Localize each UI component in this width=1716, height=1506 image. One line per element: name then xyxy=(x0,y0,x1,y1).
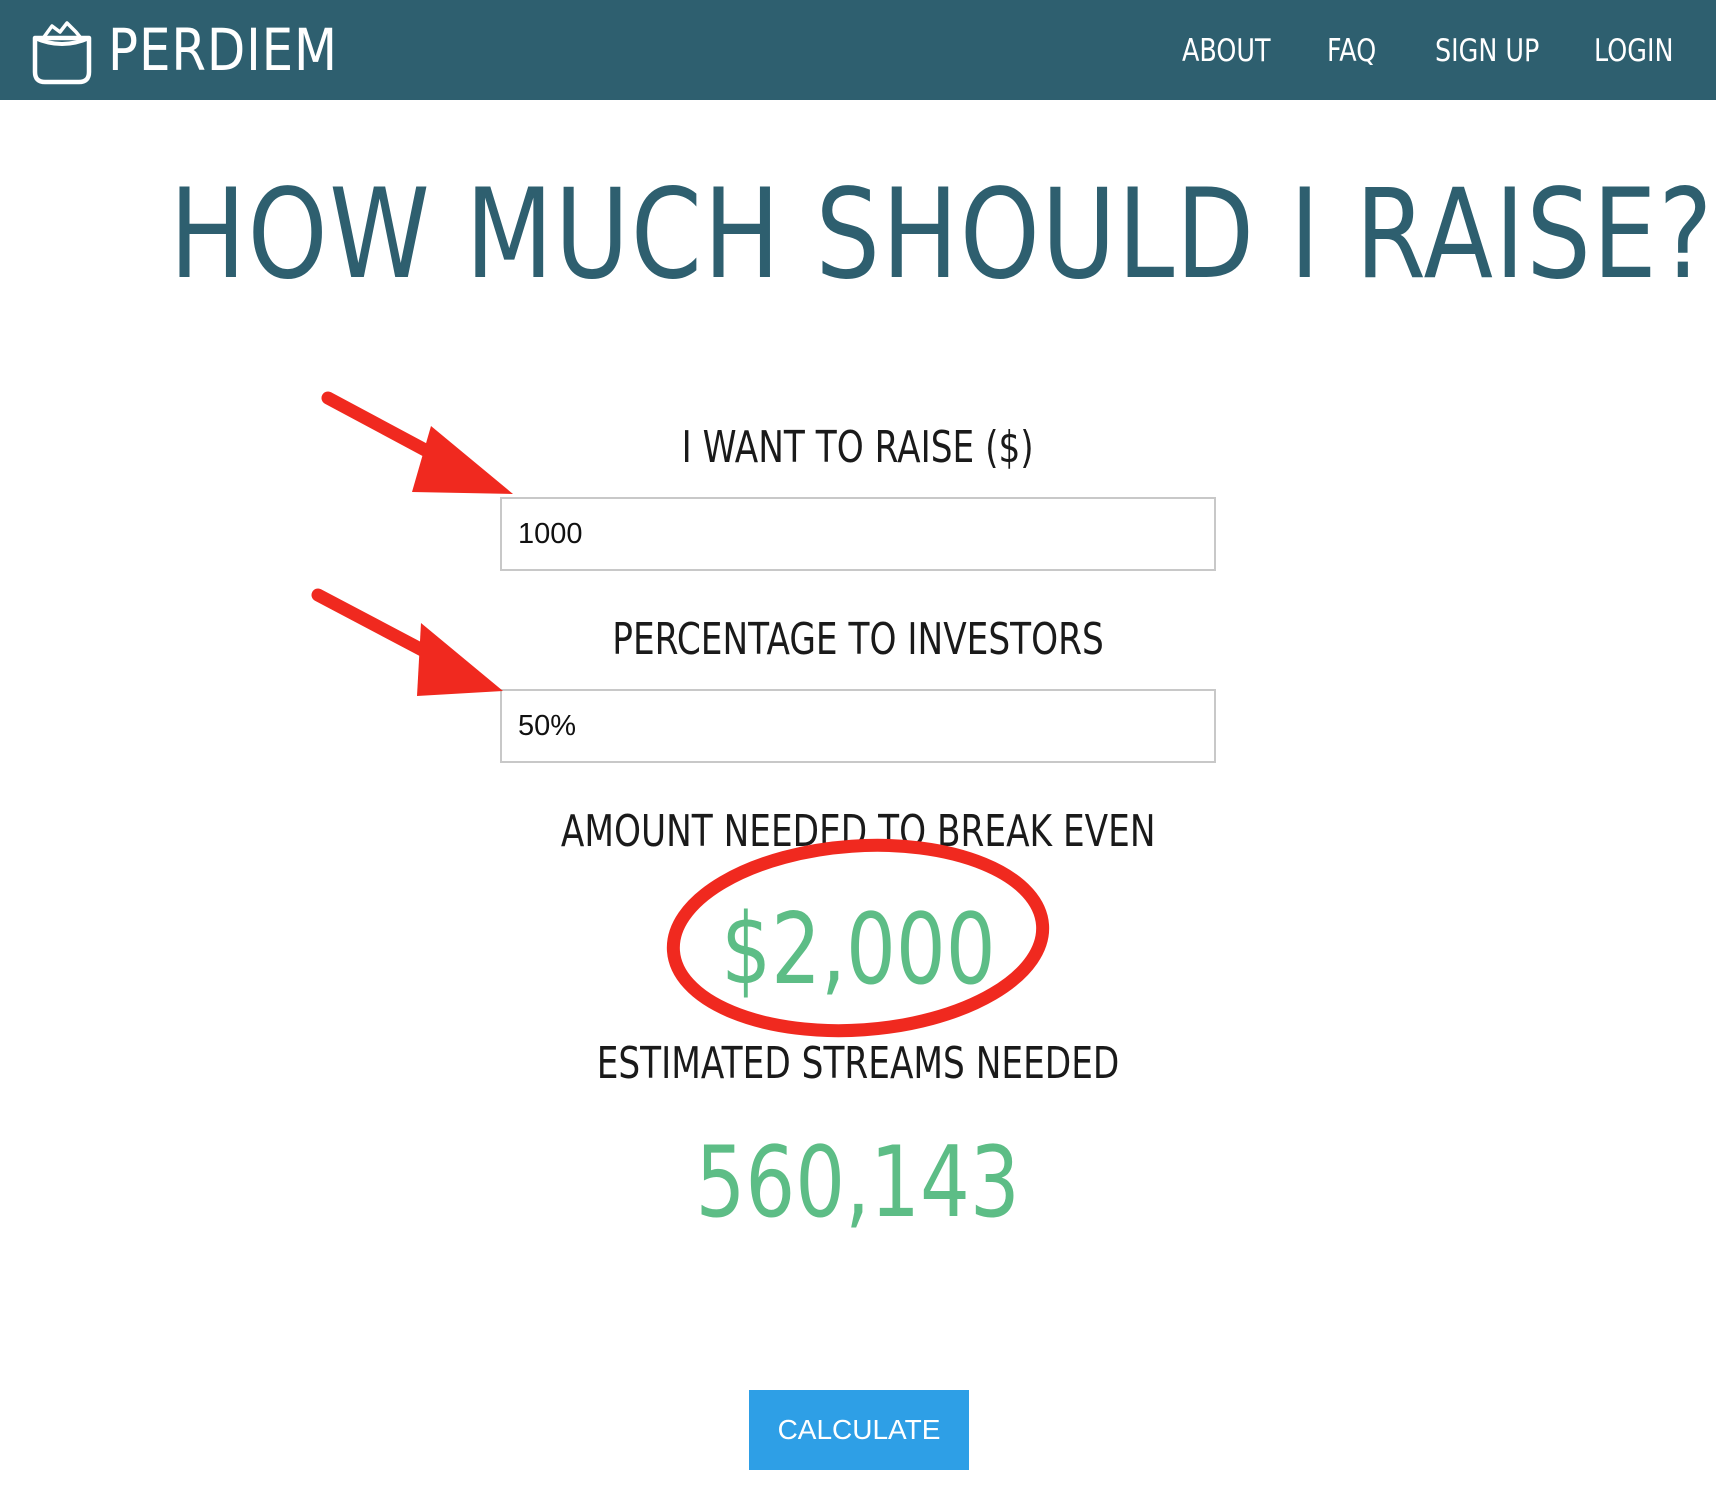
page: PERDIEM ABOUT FAQ SIGN UP LOGIN HOW MUCH… xyxy=(0,0,1716,1506)
streams-value: 560,143 xyxy=(0,1128,1716,1238)
nav-link-login[interactable]: LOGIN xyxy=(1594,26,1673,76)
streams-label-text: ESTIMATED STREAMS NEEDED xyxy=(596,1038,1120,1089)
pocket-logo-icon[interactable] xyxy=(30,16,94,88)
break-even-label-text: AMOUNT NEEDED TO BREAK EVEN xyxy=(560,806,1156,857)
raise-amount-label: I WANT TO RAISE ($) xyxy=(0,418,1716,478)
nav-link-about[interactable]: ABOUT xyxy=(1182,26,1271,76)
break-even-label: AMOUNT NEEDED TO BREAK EVEN xyxy=(0,802,1716,862)
page-title-text: HOW MUCH SHOULD I RAISE? xyxy=(169,163,1715,307)
break-even-value-text: $2,000 xyxy=(720,893,996,1007)
top-navbar: PERDIEM ABOUT FAQ SIGN UP LOGIN xyxy=(0,0,1716,100)
nav-link-faq[interactable]: FAQ xyxy=(1327,26,1376,76)
percentage-label-text: PERCENTAGE TO INVESTORS xyxy=(612,614,1104,665)
streams-label: ESTIMATED STREAMS NEEDED xyxy=(0,1034,1716,1094)
page-title: HOW MUCH SHOULD I RAISE? xyxy=(0,160,1716,310)
nav-link-sign-up[interactable]: SIGN UP xyxy=(1435,26,1539,76)
calculate-button[interactable]: CALCULATE xyxy=(749,1390,969,1470)
raise-amount-label-text: I WANT TO RAISE ($) xyxy=(681,422,1035,473)
percentage-input[interactable] xyxy=(500,689,1216,763)
raise-amount-input[interactable] xyxy=(500,497,1216,571)
percentage-label: PERCENTAGE TO INVESTORS xyxy=(0,610,1716,670)
break-even-value: $2,000 xyxy=(0,895,1716,1005)
brand-name[interactable]: PERDIEM xyxy=(108,14,338,86)
streams-value-text: 560,143 xyxy=(695,1126,1021,1240)
